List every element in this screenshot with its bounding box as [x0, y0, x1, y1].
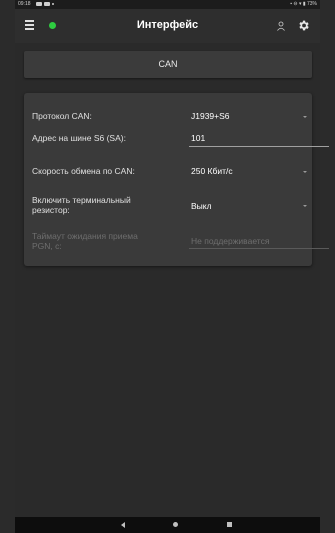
pgn-timeout-input: Не поддерживается [191, 236, 270, 246]
gear-icon[interactable] [297, 19, 310, 32]
chevron-down-icon [303, 205, 307, 207]
baud-rate-label: Скорость обмена по CAN: [32, 166, 135, 176]
protocol-label: Протокол CAN: [32, 111, 92, 121]
pgn-timeout-label: Таймаут ожидания приема PGN, с: [32, 231, 138, 251]
navigation-bar [15, 517, 320, 533]
recents-icon[interactable] [227, 522, 232, 527]
notification-dot-icon [52, 3, 54, 5]
page-title: Интерфейс [136, 19, 199, 31]
terminal-resistor-label-line2: резистор: [32, 205, 70, 215]
notification-icon [36, 2, 42, 6]
back-icon[interactable] [121, 522, 125, 528]
app-screen: 09:18 ▪ ⊖ ▾ ▮ 73% Интерфейс CAN Протокол… [15, 0, 329, 533]
system-indicators: ▪ ⊖ ▾ ▮ 73% [290, 1, 317, 7]
status-time: 09:18 [18, 1, 31, 7]
pgn-timeout-underline [189, 248, 329, 249]
bus-address-label: Адрес на шине S6 (SA): [32, 133, 126, 143]
notification-icons [36, 2, 54, 6]
can-settings-card: Протокол CAN: J1939+S6 Адрес на шине S6 … [24, 93, 329, 266]
bus-address-underline [189, 146, 329, 147]
home-icon[interactable] [173, 522, 178, 527]
status-bar: 09:18 ▪ ⊖ ▾ ▮ 73% [15, 0, 320, 9]
baud-rate-select[interactable]: 250 Кбит/с [191, 166, 233, 176]
bus-address-input[interactable]: 101 [191, 133, 205, 143]
terminal-resistor-label: Включить терминальный резистор: [32, 195, 131, 215]
terminal-resistor-label-line1: Включить терминальный [32, 195, 131, 205]
pgn-timeout-label-line2: PGN, с: [32, 241, 62, 251]
chevron-down-icon [303, 116, 307, 118]
chevron-down-icon [303, 171, 307, 173]
pgn-timeout-label-line1: Таймаут ожидания приема [32, 231, 138, 241]
protocol-select[interactable]: J1939+S6 [191, 111, 230, 121]
user-icon[interactable] [276, 21, 286, 31]
notification-icon [44, 2, 50, 6]
app-bar: Интерфейс [15, 9, 320, 43]
terminal-resistor-select[interactable]: Выкл [191, 201, 212, 211]
can-section-button[interactable]: CAN [24, 51, 312, 78]
